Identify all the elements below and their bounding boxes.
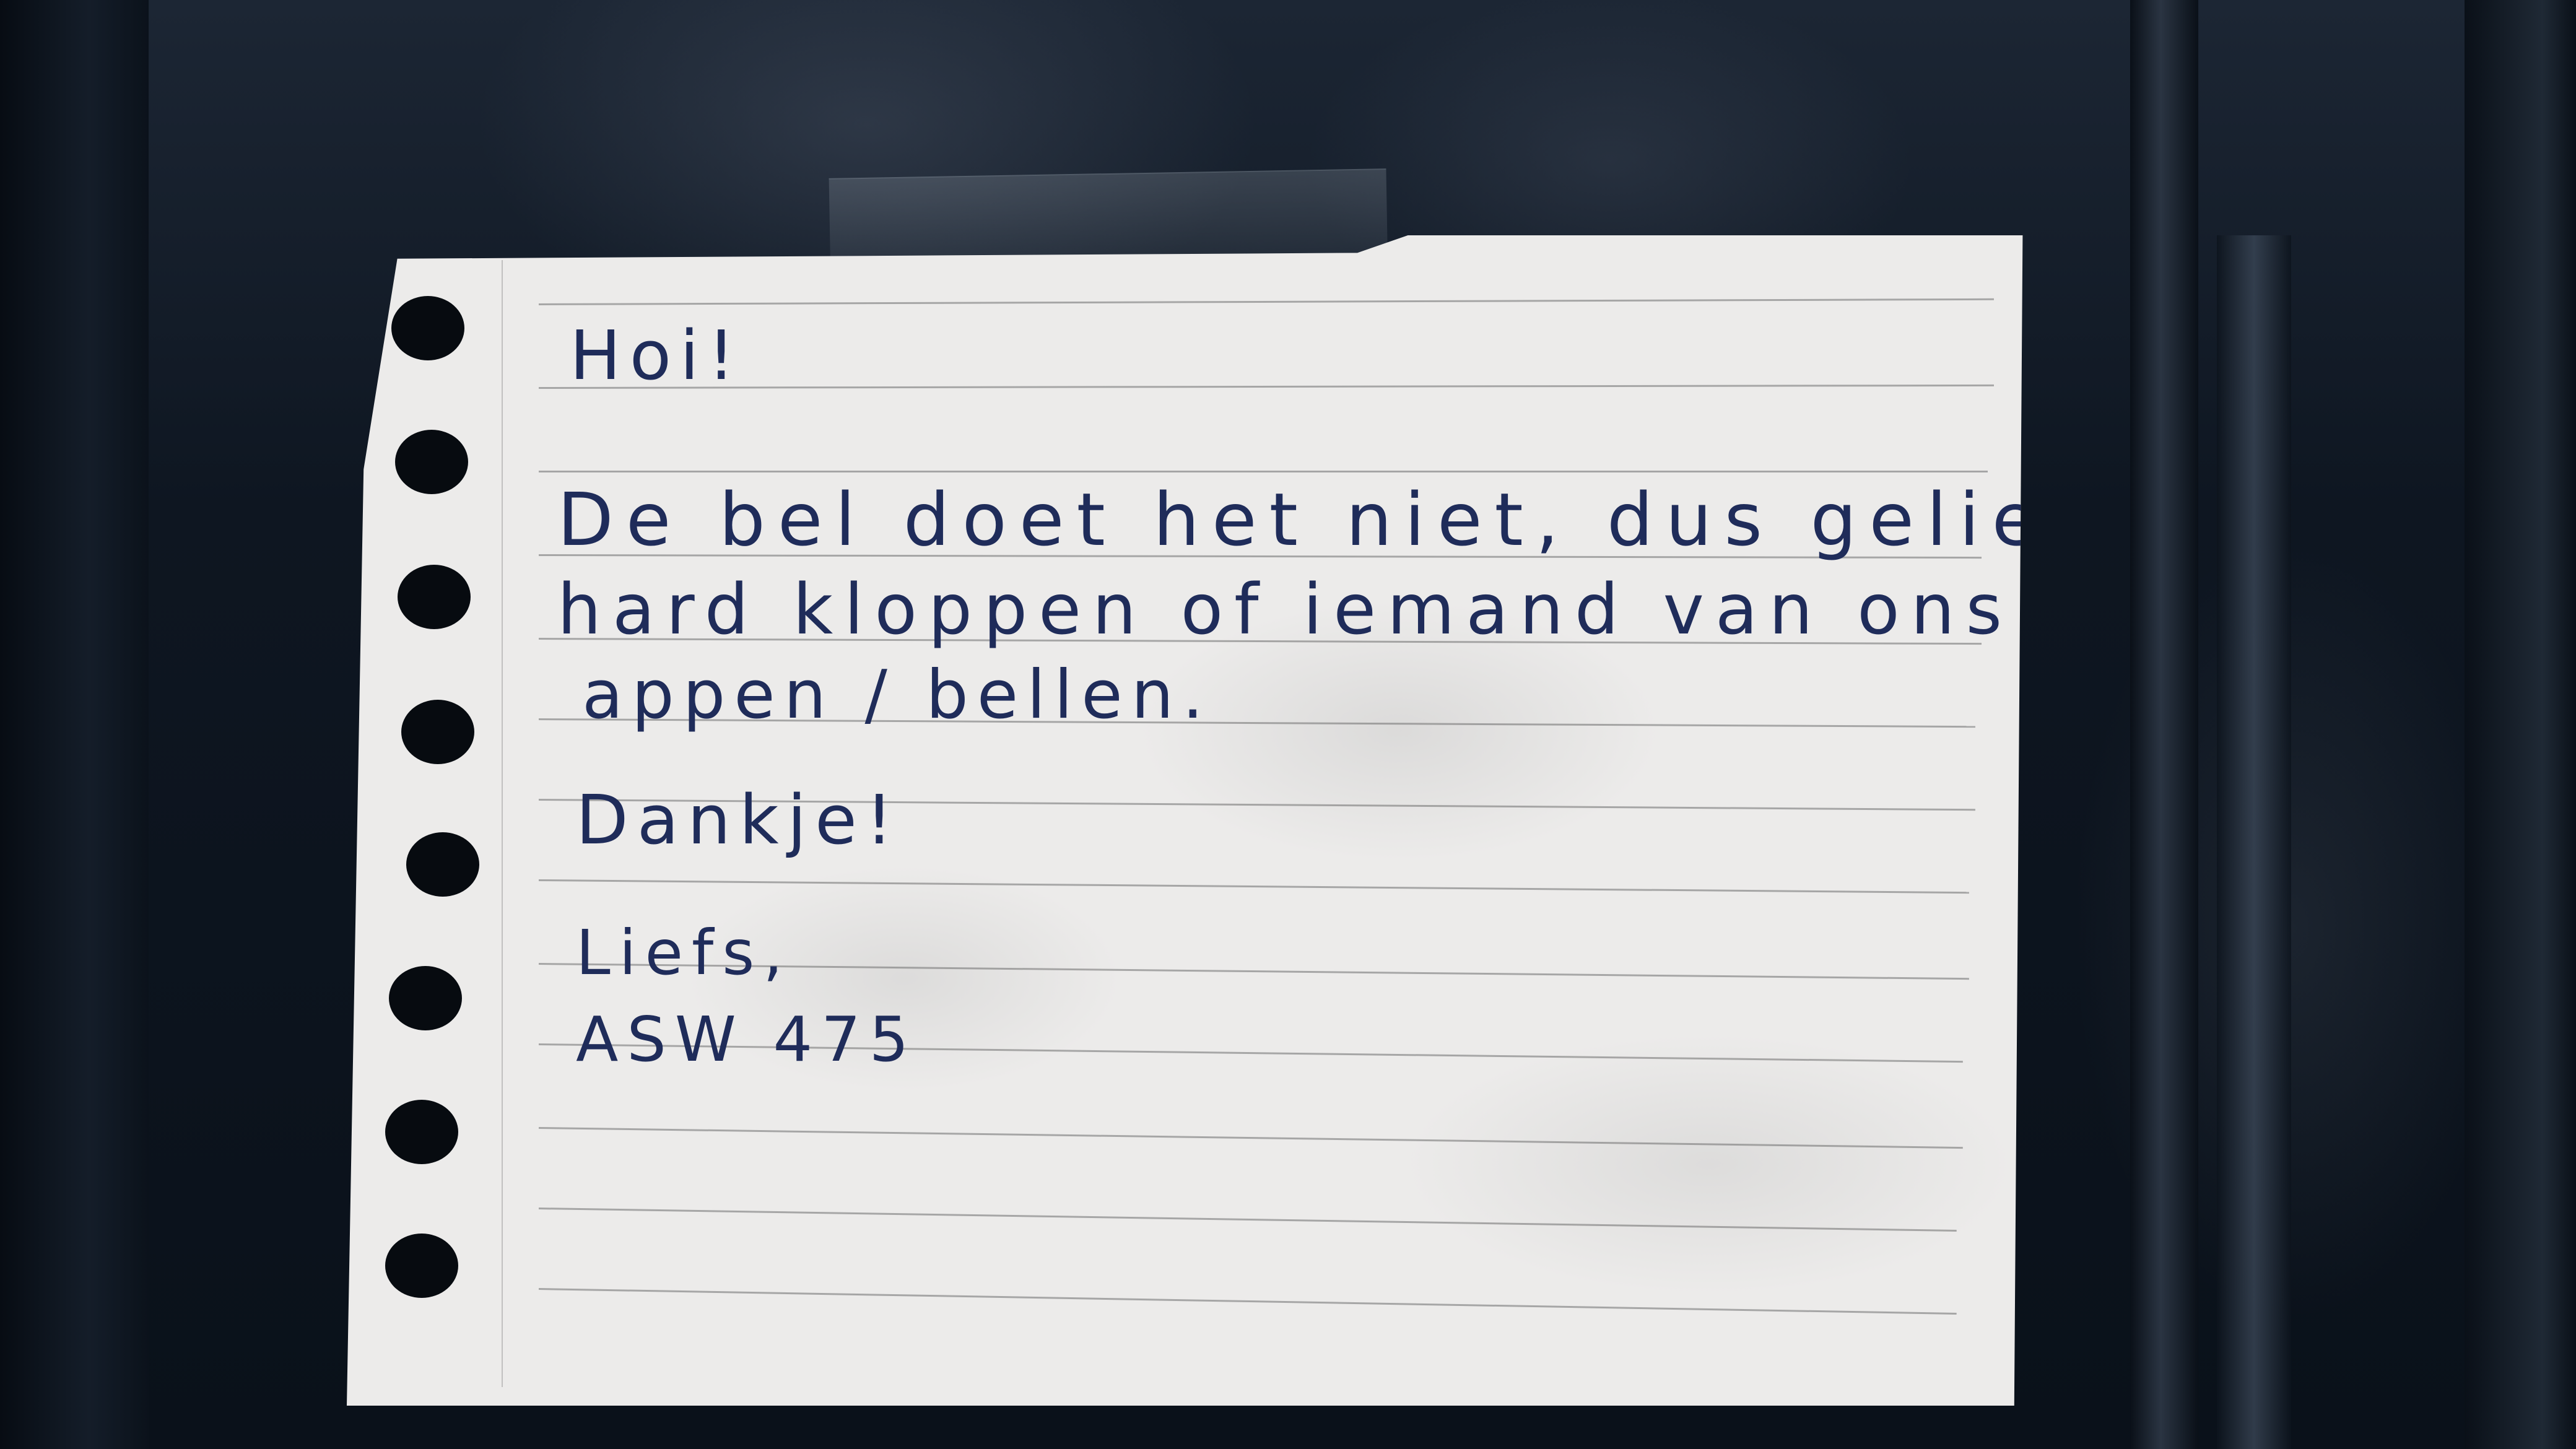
ruled-line (538, 384, 1994, 389)
ruled-line (538, 298, 1994, 305)
ruled-line (538, 1288, 1957, 1315)
door-frame-right (2130, 0, 2198, 1449)
door-left-edge (0, 0, 149, 1449)
binder-hole (391, 296, 464, 360)
handwritten-note: Hoi! De bel doet het niet, dus gelieve h… (347, 235, 2023, 1406)
door-frame-far-right (2465, 0, 2576, 1449)
ruled-line (538, 1127, 1963, 1149)
margin-line (502, 260, 503, 1387)
note-body-line-3: appen / bellen. (582, 656, 1212, 734)
ruled-line (538, 1208, 1957, 1232)
ruled-line (539, 471, 1988, 472)
note-closing: Liefs, (576, 916, 792, 989)
note-thanks: Dankje! (576, 780, 902, 859)
binder-hole (389, 966, 462, 1030)
note-signature: ASW 475 (576, 1003, 918, 1076)
binder-hole (406, 832, 479, 897)
note-greeting: Hoi! (570, 316, 744, 395)
binder-hole (401, 700, 474, 764)
note-body-line-2: hard kloppen of iemand van ons even (557, 570, 2261, 650)
ruled-line (538, 879, 1969, 894)
door-frame-molding (2217, 235, 2291, 1449)
binder-hole (398, 565, 471, 629)
binder-hole (385, 1100, 458, 1164)
note-body-line-1: De bel doet het niet, dus gelieve (557, 477, 2162, 562)
door-scene: Hoi! De bel doet het niet, dus gelieve h… (0, 0, 2576, 1449)
binder-hole (385, 1234, 458, 1298)
binder-hole (395, 430, 468, 494)
